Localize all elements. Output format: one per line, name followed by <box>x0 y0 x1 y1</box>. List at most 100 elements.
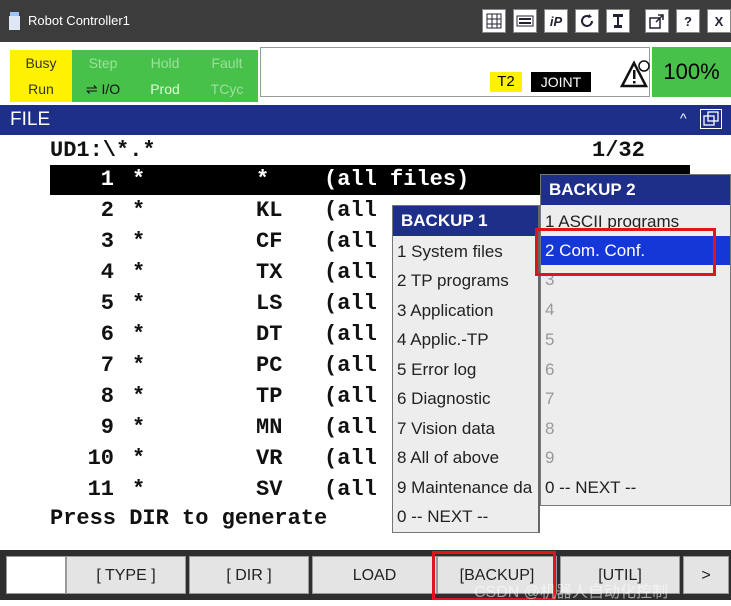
row-description: (all <box>324 229 377 254</box>
backup2-item[interactable]: 7 <box>541 384 730 413</box>
tool-icon[interactable] <box>606 9 630 33</box>
backup1-menu-title: BACKUP 1 <box>393 206 538 236</box>
row-number: 6 <box>100 322 114 347</box>
row-filename: * <box>132 198 146 223</box>
io-indicator: ⇌ I/O <box>72 76 134 102</box>
row-extension: TP <box>256 384 283 409</box>
row-number: 11 <box>87 477 114 502</box>
row-number: 2 <box>100 198 114 223</box>
warning-icon <box>619 60 650 88</box>
fault-indicator: Fault <box>196 50 258 76</box>
row-filename: * <box>132 291 146 316</box>
row-number: 10 <box>87 446 114 471</box>
screen-title: FILE <box>10 109 51 130</box>
screen-header: FILE ^ <box>0 105 731 135</box>
busy-indicator: Busy <box>10 50 72 76</box>
backup2-item[interactable]: 5 <box>541 325 730 354</box>
prompt-line: Press DIR to generate <box>50 506 328 531</box>
backup2-menu-title: BACKUP 2 <box>541 175 730 205</box>
row-number: 3 <box>100 229 114 254</box>
row-extension: SV <box>256 477 283 502</box>
row-extension: LS <box>256 291 283 316</box>
pendant-icon <box>9 12 20 30</box>
mode-indicator: T2 <box>490 72 522 92</box>
backup1-item[interactable]: 7 Vision data <box>393 414 538 443</box>
row-filename: * <box>132 322 146 347</box>
row-extension: * <box>256 167 270 192</box>
backup2-item[interactable]: 8 <box>541 414 730 443</box>
row-extension: TX <box>256 260 283 285</box>
row-description: (all <box>324 291 377 316</box>
prod-indicator: Prod <box>134 76 196 102</box>
backup1-item[interactable]: 0 -- NEXT -- <box>393 502 538 531</box>
external-link-icon[interactable] <box>645 9 669 33</box>
close-button[interactable]: X <box>707 9 731 33</box>
backup2-item[interactable]: 9 <box>541 443 730 472</box>
row-description: (all <box>324 198 377 223</box>
ip-button[interactable]: iP <box>544 9 568 33</box>
help-button[interactable]: ? <box>676 9 700 33</box>
backup2-item[interactable]: 6 <box>541 355 730 384</box>
backup2-item[interactable]: 0 -- NEXT -- <box>541 473 730 502</box>
row-description: (all <box>324 322 377 347</box>
load-key[interactable]: LOAD <box>312 556 437 594</box>
row-description: (all <box>324 260 377 285</box>
refresh-icon[interactable] <box>575 9 599 33</box>
backup1-item[interactable]: 3 Application <box>393 296 538 325</box>
backup1-menu: BACKUP 1 1 System files 2 TP programs 3 … <box>392 205 540 533</box>
row-extension: MN <box>256 415 283 440</box>
title-bar: Robot Controller1 iP ? X <box>0 0 731 42</box>
row-description: (all files) <box>324 167 470 192</box>
backup1-item[interactable]: 5 Error log <box>393 355 538 384</box>
backup1-item[interactable]: 2 TP programs <box>393 266 538 295</box>
row-description: (all <box>324 353 377 378</box>
io-label: I/O <box>101 81 121 97</box>
row-filename: * <box>132 415 146 440</box>
row-number: 1 <box>100 167 114 192</box>
backup2-menu: BACKUP 2 1 ASCII programs 2 Com. Conf. 3… <box>540 174 731 506</box>
tcyc-indicator: TCyc <box>196 76 258 102</box>
backup1-item[interactable]: 6 Diagnostic <box>393 384 538 413</box>
io-icon: ⇌ <box>85 81 98 97</box>
row-extension: KL <box>256 198 283 223</box>
keyboard-icon[interactable] <box>513 9 537 33</box>
type-key[interactable]: [ TYPE ] <box>66 556 186 594</box>
backup1-item[interactable]: 9 Maintenance da <box>393 473 538 502</box>
row-description: (all <box>324 446 377 471</box>
status-message-area <box>260 47 650 97</box>
backup2-item[interactable]: 4 <box>541 295 730 324</box>
backup1-item[interactable]: 4 Applic.-TP <box>393 325 538 354</box>
row-number: 7 <box>100 353 114 378</box>
row-extension: DT <box>256 322 283 347</box>
run-indicator: Run <box>10 76 72 102</box>
step-indicator: Step <box>72 50 134 76</box>
row-extension: CF <box>256 229 283 254</box>
next-page-key[interactable]: > <box>683 556 729 594</box>
row-number: 9 <box>100 415 114 440</box>
row-filename: * <box>132 353 146 378</box>
row-description: (all <box>324 384 377 409</box>
row-number: 5 <box>100 291 114 316</box>
row-number: 4 <box>100 260 114 285</box>
row-extension: PC <box>256 353 283 378</box>
row-description: (all <box>324 477 377 502</box>
grid-view-icon[interactable] <box>482 9 506 33</box>
maximize-icon[interactable] <box>700 109 722 129</box>
row-filename: * <box>132 260 146 285</box>
row-filename: * <box>132 167 146 192</box>
caret-up-icon[interactable]: ^ <box>680 110 687 126</box>
dir-key[interactable]: [ DIR ] <box>189 556 309 594</box>
backup1-item[interactable]: 8 All of above <box>393 443 538 472</box>
window-title: Robot Controller1 <box>28 13 130 28</box>
directory-path: UD1:\*.* <box>50 138 156 163</box>
row-description: (all <box>324 415 377 440</box>
backup1-item[interactable]: 1 System files <box>393 237 538 266</box>
override-display[interactable]: 100% <box>652 47 731 97</box>
page-indicator: 1/32 <box>592 138 645 163</box>
row-number: 8 <box>100 384 114 409</box>
watermark: CSDN @机器人自动化控制 <box>474 584 669 601</box>
coord-indicator: JOINT <box>531 72 591 92</box>
row-filename: * <box>132 446 146 471</box>
row-filename: * <box>132 477 146 502</box>
row-filename: * <box>132 229 146 254</box>
